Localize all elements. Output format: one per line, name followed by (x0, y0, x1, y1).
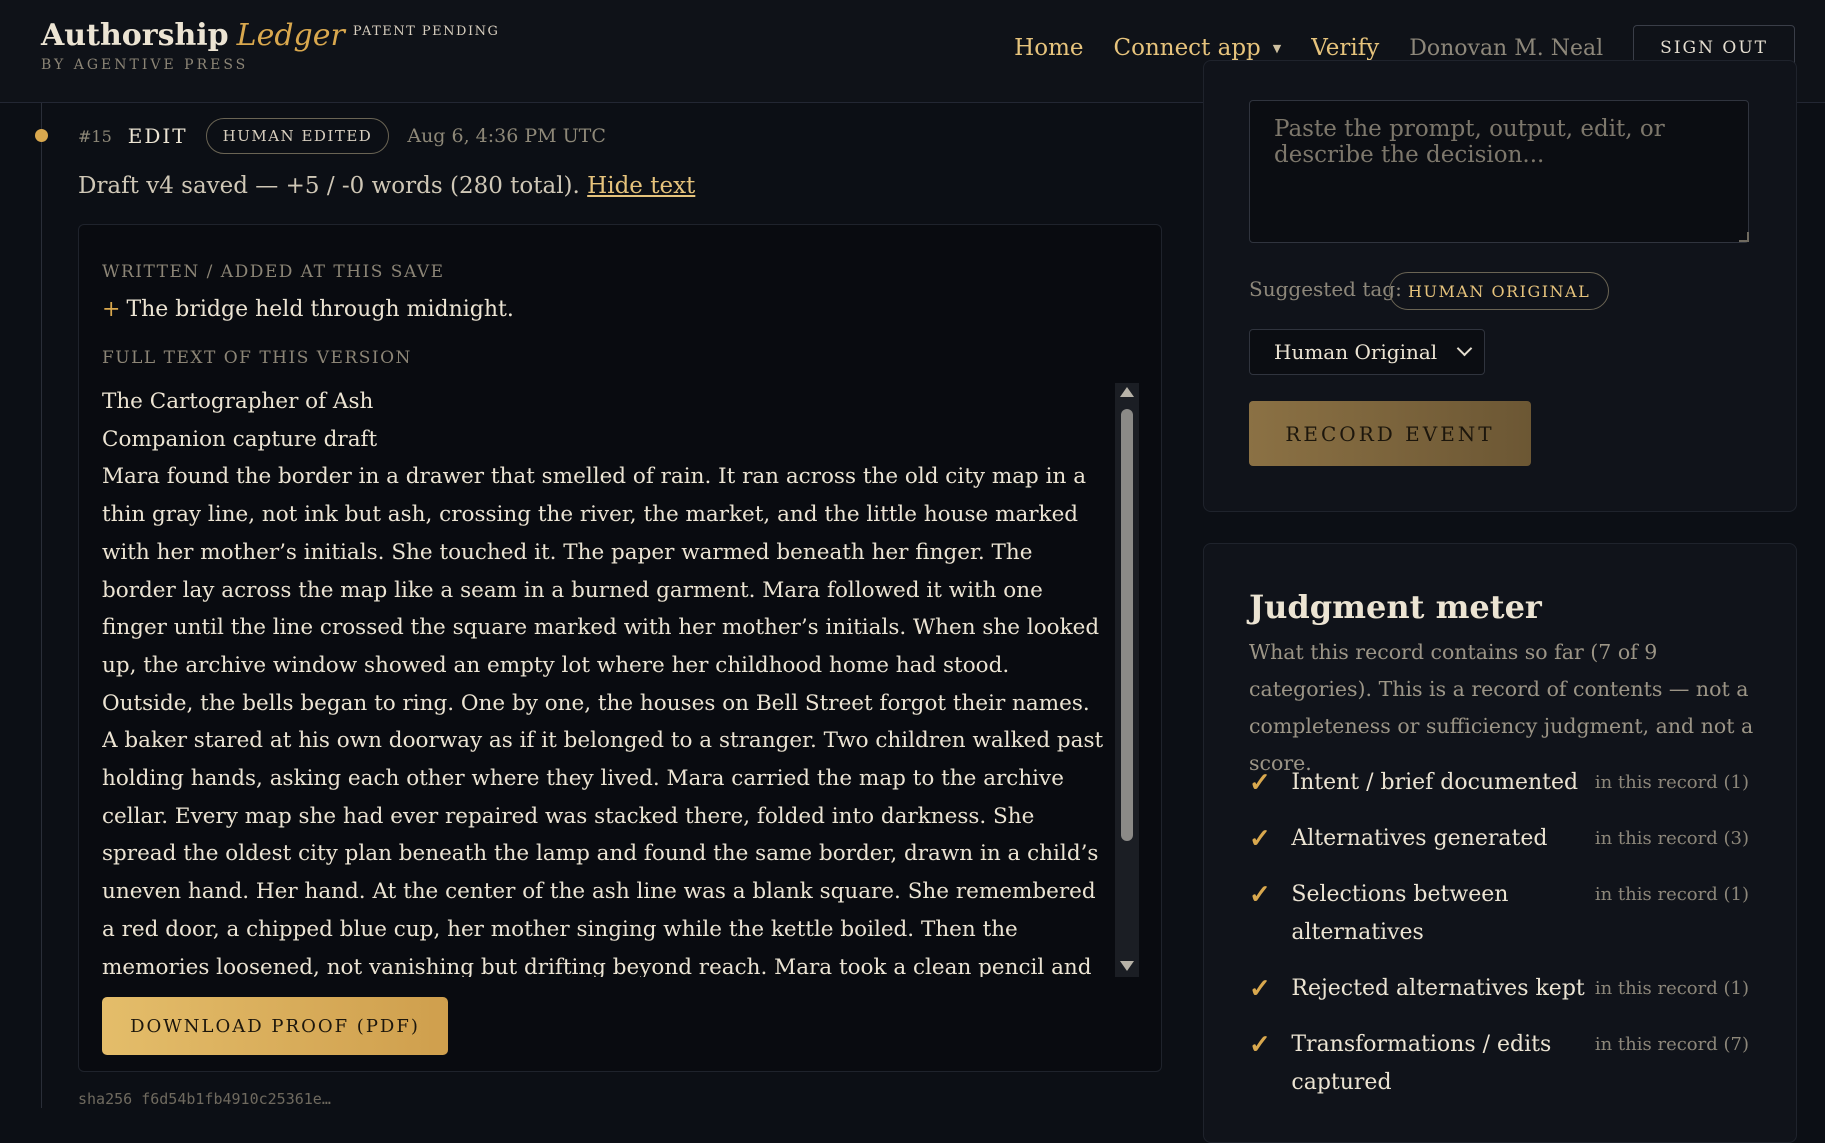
meter-item-count: in this record (1) (1594, 978, 1749, 999)
event-content-textarea[interactable] (1249, 100, 1749, 243)
check-icon: ✓ (1249, 1030, 1271, 1060)
user-name: Donovan M. Neal (1409, 35, 1604, 61)
nav-verify[interactable]: Verify (1311, 35, 1379, 61)
added-text-content: The bridge held through midnight. (126, 297, 514, 322)
check-icon: ✓ (1249, 768, 1271, 798)
full-text-subtitle: Companion capture draft (102, 426, 378, 452)
meter-item-label: Selections between alternatives (1291, 882, 1509, 945)
event-timestamp: Aug 6, 4:36 PM UTC (407, 125, 606, 147)
suggested-tag-badge[interactable]: HUMAN ORIGINAL (1389, 272, 1610, 310)
tag-select-value: Human Original (1274, 340, 1438, 364)
event-number: #15 (78, 126, 112, 146)
plus-marker: + (102, 297, 121, 322)
added-text: + The bridge held through midnight. (102, 297, 514, 322)
scroll-down-arrow-icon[interactable] (1120, 961, 1134, 971)
meter-item: ✓ Intent / brief documented in this reco… (1249, 766, 1749, 802)
full-text-scrollbar[interactable] (1115, 383, 1139, 977)
brand-em: Ledger (236, 18, 345, 53)
patent-pending-label: PATENT PENDING (352, 24, 500, 39)
meter-item-label: Alternatives generated (1291, 826, 1548, 851)
suggested-tag-label: Suggested tag: (1249, 277, 1402, 301)
added-label: WRITTEN / ADDED AT THIS SAVE (102, 262, 445, 282)
brand[interactable]: Authorship Ledger PATENT PENDING BY AGEN… (41, 18, 499, 73)
event-type: EDIT (127, 124, 188, 148)
record-event-button[interactable]: RECORD EVENT (1249, 401, 1531, 466)
full-text-title: The Cartographer of Ash (102, 389, 374, 414)
meter-item-count: in this record (1) (1594, 772, 1749, 793)
meter-item-label: Transformations / edits captured (1291, 1032, 1552, 1095)
event-summary: Draft v4 saved — +5 / -0 words (280 tota… (78, 173, 695, 199)
download-proof-button[interactable]: DOWNLOAD PROOF (PDF) (102, 997, 448, 1055)
caret-down-icon: ▼ (1272, 42, 1282, 55)
brand-main: Authorship (41, 18, 229, 53)
sha-hash: sha256 f6d54b1fb4910c25361e… (78, 1090, 331, 1108)
timeline-line (41, 103, 42, 1108)
event-header: #15 EDIT HUMAN EDITED Aug 6, 4:36 PM UTC (78, 118, 606, 154)
meter-item-count: in this record (7) (1594, 1034, 1749, 1055)
meter-item: ✓ Rejected alternatives kept in this rec… (1249, 972, 1749, 1008)
timeline-dot (35, 129, 48, 142)
tag-select[interactable]: Human Original (1249, 329, 1485, 375)
event-summary-text: Draft v4 saved — +5 / -0 words (280 tota… (78, 173, 580, 199)
meter-item-label: Intent / brief documented (1291, 770, 1579, 795)
meter-item: ✓ Alternatives generated in this record … (1249, 822, 1749, 858)
judgment-meter-title: Judgment meter (1249, 588, 1542, 626)
check-icon: ✓ (1249, 880, 1271, 910)
meter-item-count: in this record (1) (1594, 884, 1749, 905)
hide-text-link[interactable]: Hide text (587, 173, 695, 199)
check-icon: ✓ (1249, 824, 1271, 854)
meter-item: ✓ Transformations / edits captured in th… (1249, 1028, 1749, 1102)
nav-home[interactable]: Home (1014, 35, 1083, 61)
judgment-meter-list: ✓ Intent / brief documented in this reco… (1249, 766, 1749, 1122)
full-text-scroll[interactable]: The Cartographer of Ash Companion captur… (102, 383, 1112, 977)
scroll-thumb[interactable] (1121, 409, 1133, 841)
full-text-paragraph: Outside, the bells began to ring. One by… (102, 690, 1104, 977)
resize-grip-icon[interactable] (1739, 232, 1749, 242)
brand-subtitle: BY AGENTIVE PRESS (41, 57, 249, 73)
full-text-paragraph: Mara found the border in a drawer that s… (102, 464, 1100, 678)
judgment-meter-description: What this record contains so far (7 of 9… (1249, 640, 1754, 775)
meter-item: ✓ Selections between alternatives in thi… (1249, 878, 1749, 952)
scroll-up-arrow-icon[interactable] (1120, 387, 1134, 397)
meter-item-count: in this record (3) (1594, 828, 1749, 849)
nav-connect-app-label: Connect app (1113, 35, 1261, 61)
brand-title: Authorship Ledger PATENT PENDING (41, 18, 499, 53)
full-text-label: FULL TEXT OF THIS VERSION (102, 348, 412, 368)
nav-connect-app[interactable]: Connect app ▼ (1114, 35, 1282, 61)
event-badge: HUMAN EDITED (205, 118, 390, 154)
check-icon: ✓ (1249, 974, 1271, 1004)
chevron-down-icon (1456, 340, 1473, 357)
meter-item-label: Rejected alternatives kept (1291, 976, 1585, 1001)
